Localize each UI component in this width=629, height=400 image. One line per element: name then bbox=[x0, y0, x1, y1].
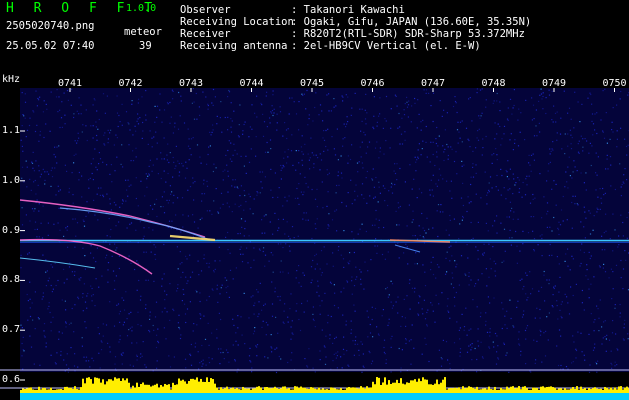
y-tick-label: 1.1 bbox=[2, 125, 21, 136]
meter-baseline bbox=[20, 393, 629, 400]
spectrogram bbox=[0, 88, 629, 400]
x-tick-label: 0743 bbox=[179, 78, 204, 89]
y-tick-label: 0.8 bbox=[2, 274, 21, 286]
x-tick-label: 0742 bbox=[118, 78, 143, 89]
level-meter bbox=[20, 377, 629, 393]
x-tick-label: 0744 bbox=[239, 78, 264, 89]
y-unit-label: kHz bbox=[2, 74, 21, 85]
x-tick-label: 0747 bbox=[421, 78, 446, 89]
y-tick-label: 1.0 bbox=[2, 174, 21, 186]
y-tick-label: 0.7 bbox=[2, 324, 21, 336]
hrofft-window: H R O F F T 1.0.0 2505020740.png 25.05.0… bbox=[0, 0, 629, 400]
x-tick-label: 0749 bbox=[542, 78, 567, 89]
y-tick-label: 0.9 bbox=[2, 224, 21, 236]
y-tick-label: 0.6 bbox=[2, 374, 21, 385]
x-tick-label: 0750 bbox=[602, 78, 627, 89]
x-tick-label: 0746 bbox=[360, 78, 385, 89]
x-tick-label: 0748 bbox=[481, 78, 506, 89]
x-tick-label: 0745 bbox=[300, 78, 325, 89]
x-tick-label: 0741 bbox=[58, 78, 83, 89]
